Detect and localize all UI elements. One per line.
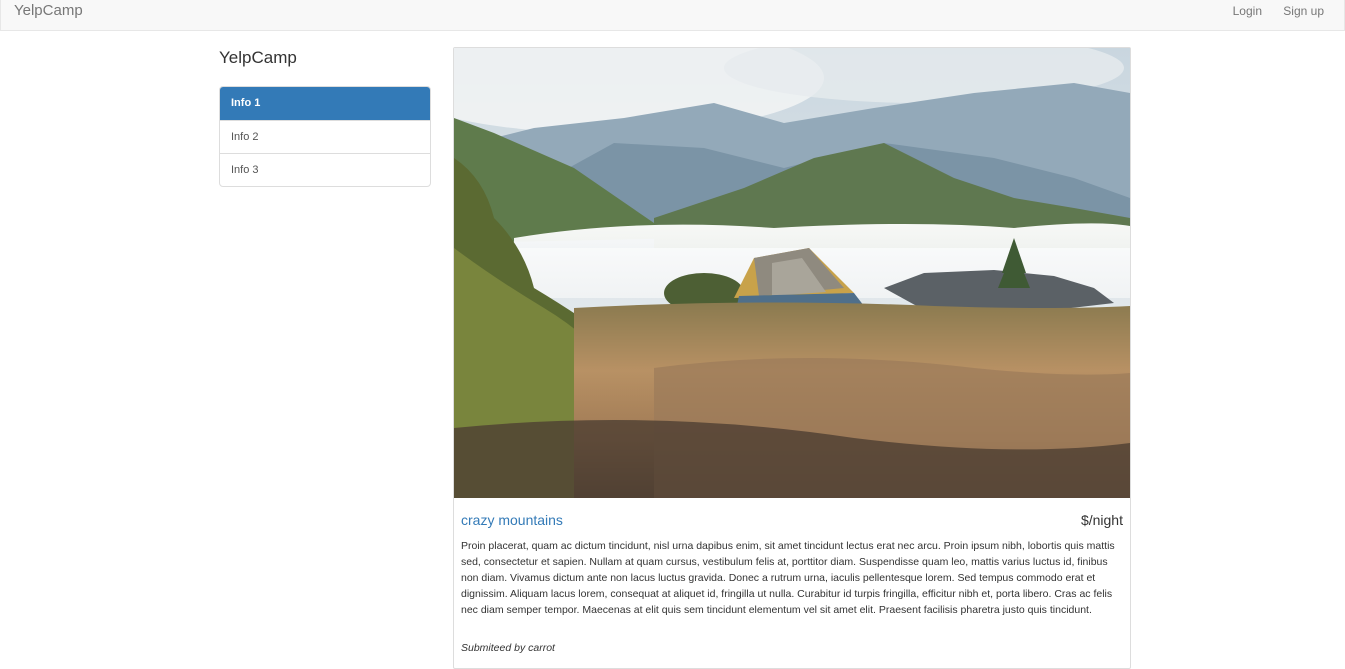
- top-navbar: YelpCamp Login Sign up: [0, 0, 1345, 31]
- navbar-brand[interactable]: YelpCamp: [14, 2, 83, 19]
- sidebar-title: YelpCamp: [219, 48, 297, 67]
- campground-author: Submiteed by carrot: [461, 642, 555, 654]
- sidebar-item-info-2[interactable]: Info 2: [220, 120, 430, 153]
- campground-card: crazy mountains $/night Proin placerat, …: [453, 47, 1131, 669]
- campground-name[interactable]: crazy mountains: [461, 512, 563, 528]
- sidebar-item-info-1[interactable]: Info 1: [220, 87, 430, 120]
- sidebar-item-info-3[interactable]: Info 3: [220, 153, 430, 186]
- campground-price: $/night: [1080, 512, 1123, 528]
- sidebar-list: Info 1 Info 2 Info 3: [219, 86, 431, 187]
- campground-description: Proin placerat, quam ac dictum tincidunt…: [461, 540, 1115, 616]
- signup-link[interactable]: Sign up: [1283, 4, 1324, 18]
- login-link[interactable]: Login: [1233, 4, 1262, 18]
- campground-image: [454, 48, 1130, 498]
